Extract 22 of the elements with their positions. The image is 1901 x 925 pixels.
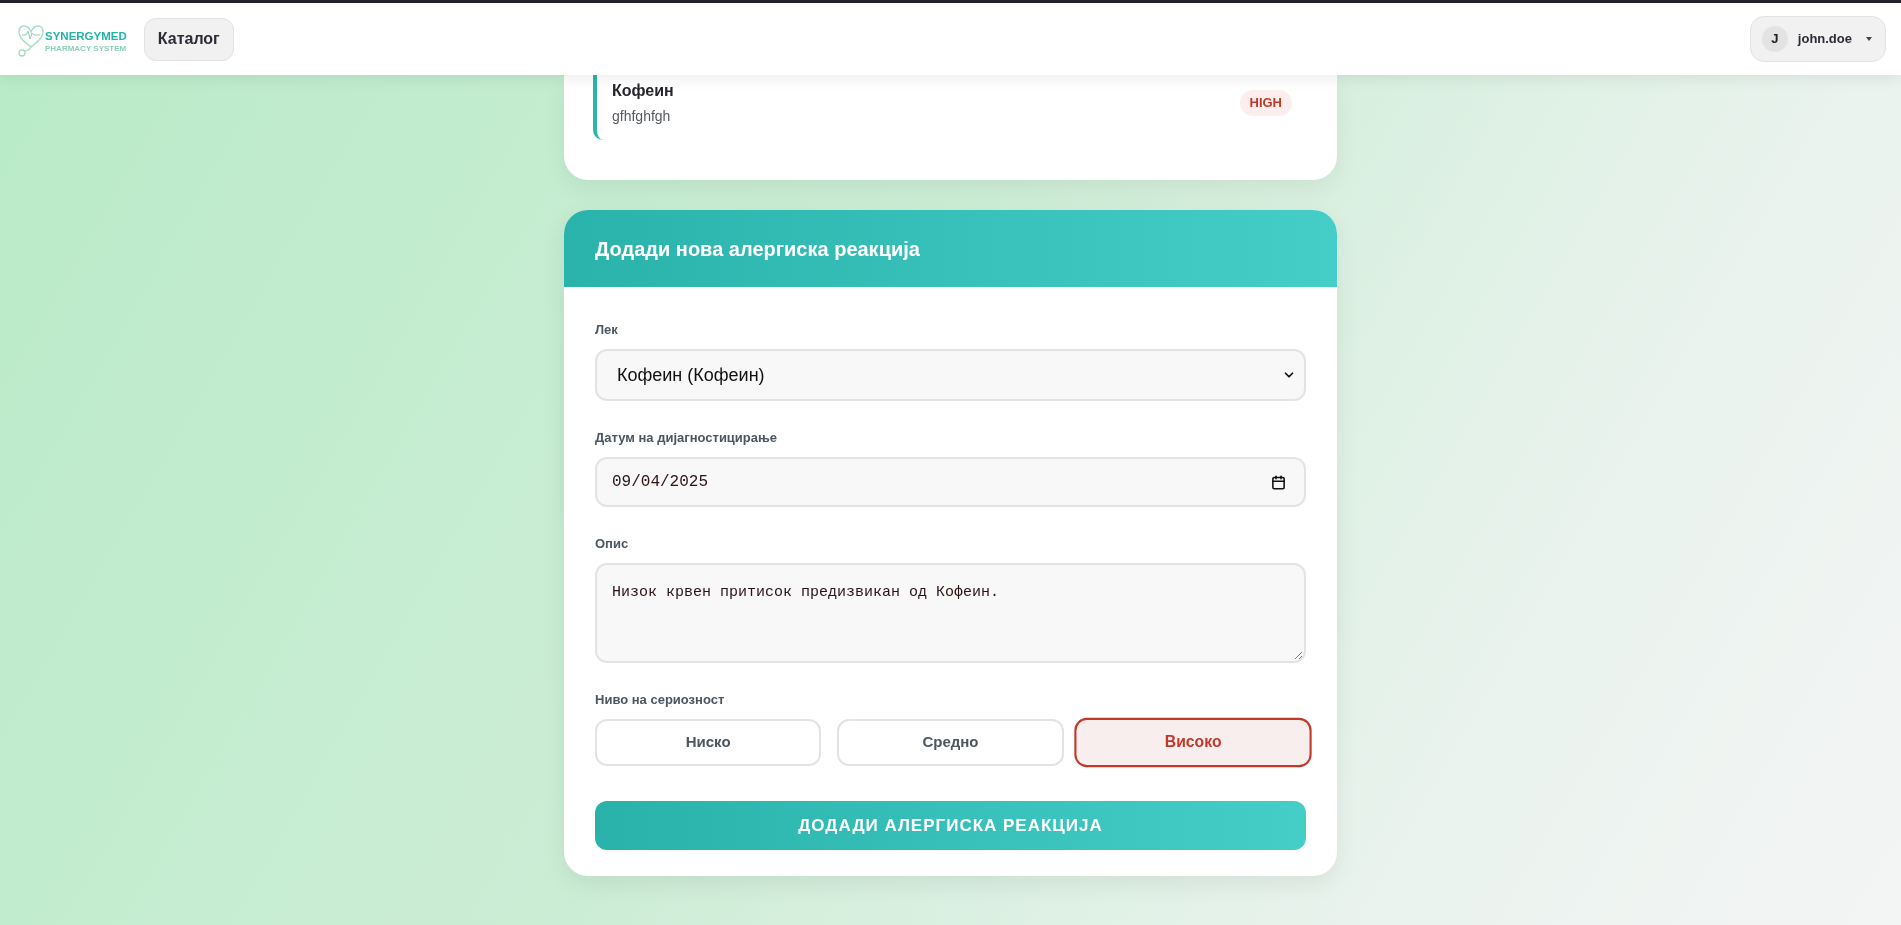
severity-badge: HIGH (1239, 90, 1292, 116)
severity-option[interactable]: Високо (1074, 717, 1312, 768)
severity-option[interactable]: Ниско (595, 719, 822, 766)
allergy-description: gfhfghfgh (612, 107, 672, 125)
logo-name: SYNERGYMED (45, 30, 127, 43)
field-label: Ниво на сериозност (595, 691, 726, 709)
resize-grip-icon[interactable] (1294, 651, 1302, 659)
form-title: Додади нова алергиска реакција (595, 236, 920, 262)
medicine-select[interactable]: Кофеин (Кофеин) (595, 349, 1306, 401)
field-label: Лек (595, 321, 619, 339)
allergy-drug-name: Кофеин (612, 81, 674, 101)
user-menu-button[interactable]: J john.doe (1749, 16, 1886, 62)
severity-option[interactable]: Средно (837, 719, 1064, 766)
logo-tagline: PHARMACY SYSTEM (45, 44, 127, 54)
user-avatar: J (1761, 26, 1788, 52)
date-field[interactable]: 09/04/2025 (595, 457, 1306, 507)
caret-down-icon (1866, 37, 1872, 41)
field-label: Опис (595, 535, 630, 553)
calendar-icon[interactable] (1271, 474, 1286, 490)
description-field[interactable]: Низок крвен притисок предизвикан од Кофеин. (595, 563, 1306, 663)
field-label: Датум на дијагностицирање (595, 429, 779, 447)
catalog-button[interactable]: Каталог (143, 17, 234, 61)
